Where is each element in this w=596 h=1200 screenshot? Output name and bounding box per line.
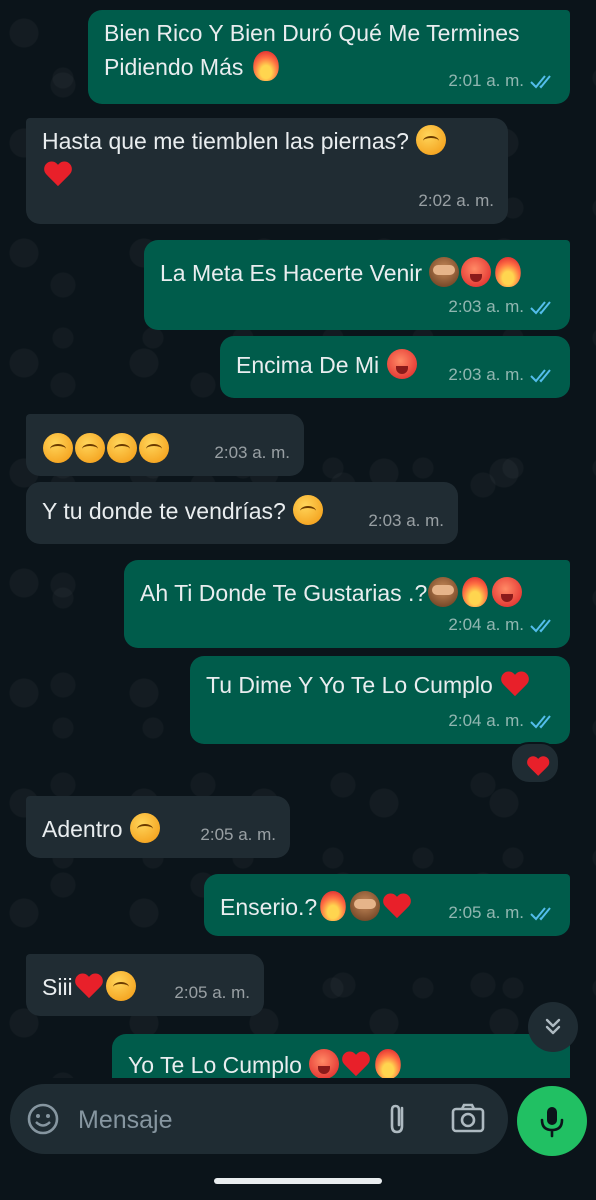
heart-emoji-icon <box>43 159 73 189</box>
message-meta: 2:05 a. m. <box>174 976 250 1010</box>
double-chevron-down-icon <box>545 1018 561 1035</box>
message-bubble[interactable]: Ah Ti Donde Te Gustarias .? 2:04 a. m. <box>124 560 570 648</box>
double-check-icon <box>530 369 551 383</box>
message-text: La Meta Es Hacerte Venir <box>160 260 423 286</box>
message-time: 2:04 a. m. <box>448 711 524 730</box>
see-no-evil-monkey-emoji-icon <box>350 891 381 921</box>
mic-icon <box>540 1107 564 1138</box>
message-time: 2:05 a. m. <box>448 903 524 922</box>
message-meta: 2:05 a. m. <box>200 818 276 852</box>
face-peeking-emoji-icon <box>416 125 447 155</box>
message-bubble[interactable]: 2:03 a. m. <box>26 414 304 476</box>
hot-face-emoji-icon <box>386 349 417 379</box>
message-bubble[interactable]: Y tu donde te vendrías? 2:03 a. m. <box>26 482 458 544</box>
message-bubble[interactable]: Siii 2:05 a. m. <box>26 954 264 1016</box>
message-bubble[interactable]: Encima De Mi 2:03 a. m. <box>220 336 570 398</box>
message-time: 2:03 a. m. <box>448 365 524 384</box>
message-meta: 2:03 a. m. <box>214 436 290 470</box>
double-check-icon <box>530 907 551 921</box>
face-peeking-emoji-icon <box>43 433 73 463</box>
face-peeking-emoji-icon <box>293 495 324 525</box>
face-peeking-emoji-icon <box>105 971 136 1001</box>
fire-emoji-icon <box>495 257 522 287</box>
see-no-evil-monkey-emoji-icon <box>428 577 459 607</box>
message-bubble[interactable]: La Meta Es Hacerte Venir 2:03 a. m. <box>144 240 570 330</box>
message-text: Yo Te Lo Cumplo <box>128 1052 302 1078</box>
message-text: Ah Ti Donde Te Gustarias .? <box>140 580 428 606</box>
paperclip-icon[interactable] <box>380 1100 414 1138</box>
home-gesture-handle[interactable] <box>214 1178 382 1184</box>
message-text: Siii <box>42 974 73 1000</box>
message-meta: 2:01 a. m. <box>448 64 556 98</box>
message-meta: 2:02 a. m. <box>418 184 494 218</box>
fire-emoji-icon <box>253 51 279 81</box>
message-text: Encima De Mi <box>236 352 380 378</box>
message-input[interactable] <box>76 1098 370 1142</box>
message-text: Hasta que me tiemblen las piernas? <box>42 128 409 154</box>
double-check-icon <box>530 715 551 729</box>
heart-emoji-icon <box>74 971 104 1001</box>
face-peeking-emoji-icon <box>129 813 160 843</box>
chat-area[interactable]: Bien Rico Y Bien Duró Qué Me Termines Pi… <box>0 0 596 1078</box>
reaction-badge[interactable] <box>510 742 560 784</box>
message-time: 2:03 a. m. <box>214 443 290 462</box>
voice-record-button[interactable] <box>517 1086 587 1156</box>
message-text: Adentro <box>42 816 123 842</box>
heart-emoji-icon <box>500 669 530 699</box>
fire-emoji-icon <box>462 577 488 607</box>
message-bubble[interactable]: Bien Rico Y Bien Duró Qué Me Termines Pi… <box>88 10 570 104</box>
camera-icon[interactable] <box>450 1100 486 1136</box>
message-bubble[interactable]: Tu Dime Y Yo Te Lo Cumplo 2:04 a. m. <box>190 656 570 744</box>
message-bubble[interactable]: Hasta que me tiemblen las piernas? 2:02 … <box>26 118 508 224</box>
hot-face-emoji-icon <box>309 1049 340 1078</box>
message-time: 2:05 a. m. <box>200 825 276 844</box>
face-peeking-emoji-icon <box>75 433 105 463</box>
double-check-icon <box>530 301 551 315</box>
message-time: 2:01 a. m. <box>448 71 524 90</box>
heart-emoji-icon <box>341 1049 371 1078</box>
message-bubble[interactable]: Adentro 2:05 a. m. <box>26 796 290 858</box>
message-text: Tu Dime Y Yo Te Lo Cumplo <box>206 672 493 698</box>
scroll-to-bottom-button[interactable] <box>528 1002 578 1052</box>
message-meta: 2:04 a. m. <box>448 608 556 642</box>
message-bubble[interactable]: Enserio.? 2:05 a. m. <box>204 874 570 936</box>
fire-emoji-icon <box>320 891 346 921</box>
message-text: Y tu donde te vendrías? <box>42 498 286 524</box>
see-no-evil-monkey-emoji-icon <box>429 257 460 287</box>
message-meta: 2:03 a. m. <box>448 358 556 392</box>
message-meta: 2:05 a. m. <box>448 896 556 930</box>
message-meta: 2:03 a. m. <box>368 504 444 538</box>
hot-face-emoji-icon <box>461 257 492 287</box>
fire-emoji-icon <box>375 1049 402 1078</box>
message-bubble[interactable]: Yo Te Lo Cumplo <box>112 1034 570 1078</box>
message-time: 2:02 a. m. <box>418 191 494 210</box>
face-peeking-emoji-icon <box>139 433 169 463</box>
heart-reaction-icon <box>526 754 544 772</box>
emoji-icon[interactable] <box>26 1102 60 1136</box>
double-check-icon <box>530 75 551 89</box>
double-check-icon <box>530 619 551 633</box>
message-time: 2:04 a. m. <box>448 615 524 634</box>
hot-face-emoji-icon <box>492 577 523 607</box>
message-time: 2:03 a. m. <box>448 297 524 316</box>
face-peeking-emoji-icon <box>107 433 137 463</box>
message-composer <box>10 1084 508 1154</box>
message-meta: 2:03 a. m. <box>448 290 556 324</box>
message-text: Enserio.? <box>220 894 318 920</box>
message-meta: 2:04 a. m. <box>448 704 556 738</box>
message-time: 2:03 a. m. <box>368 511 444 530</box>
heart-emoji-icon <box>382 891 412 921</box>
message-time: 2:05 a. m. <box>174 983 250 1002</box>
